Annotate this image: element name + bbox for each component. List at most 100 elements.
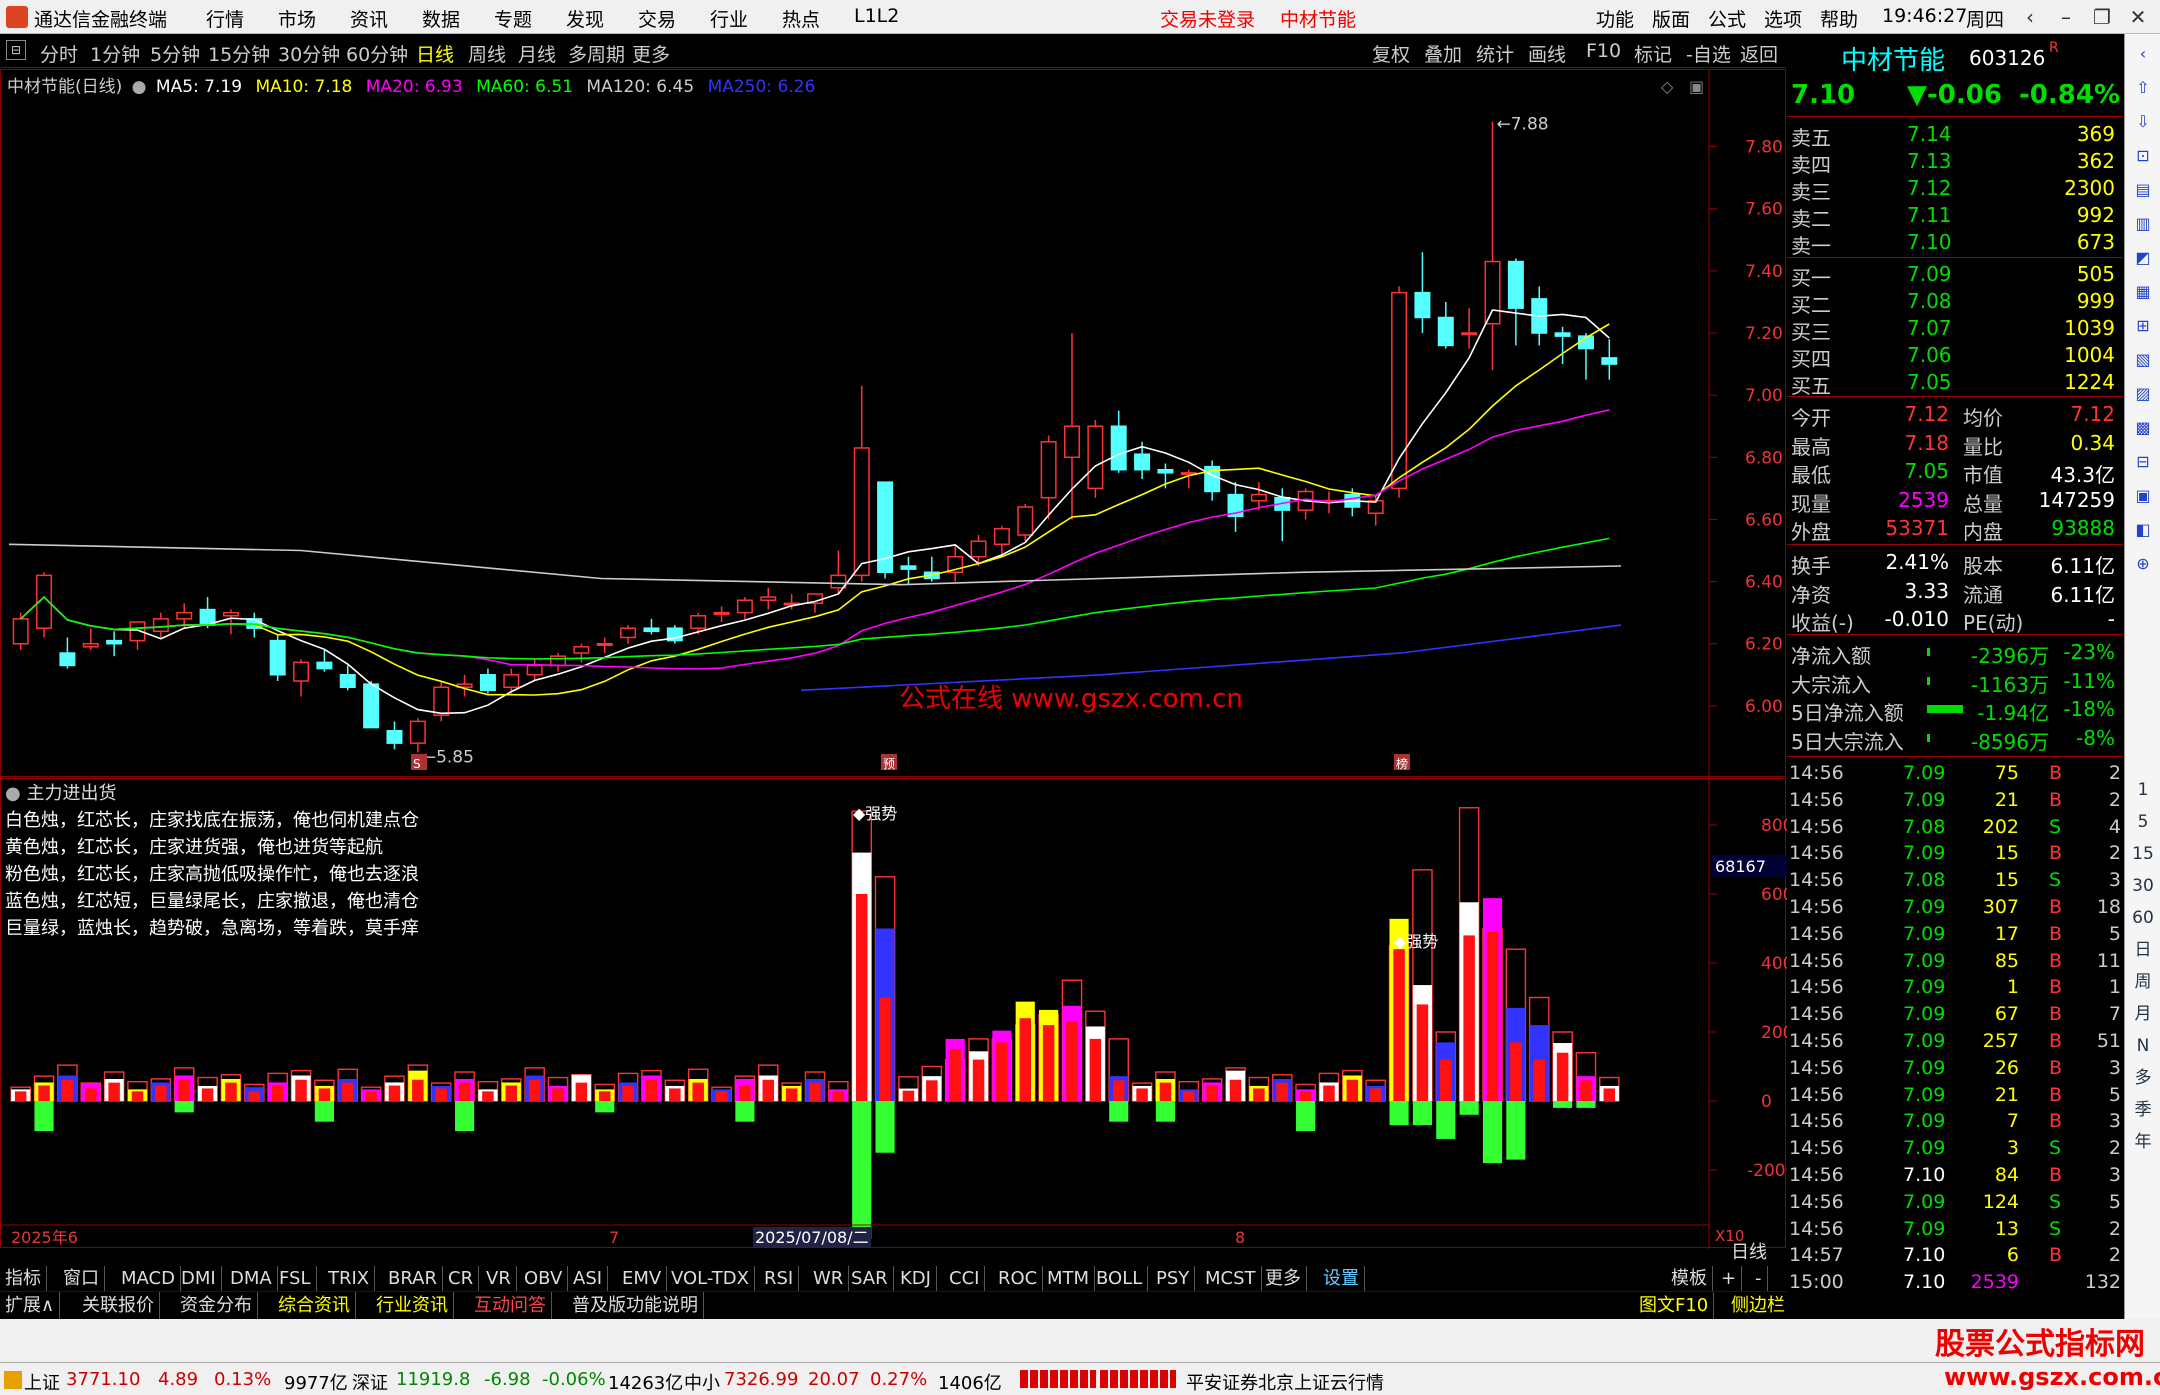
- indicator-tab-2[interactable]: MACD: [116, 1266, 181, 1291]
- settings-dot-icon[interactable]: ●: [132, 77, 147, 97]
- indicator-tab-20[interactable]: MTM: [1042, 1266, 1096, 1291]
- menu-redian[interactable]: 热点: [782, 5, 820, 32]
- sidebar-period-7[interactable]: 月: [2127, 998, 2159, 1030]
- sidebar-tool-icon[interactable]: ⊡: [2127, 140, 2159, 172]
- sidebar-tool-icon[interactable]: ⊕: [2127, 548, 2159, 580]
- sidebar-tool-icon[interactable]: ▣: [2127, 480, 2159, 512]
- sidebar-tool-icon[interactable]: ‹: [2127, 38, 2159, 70]
- indicator-tab-1[interactable]: 窗口: [58, 1266, 105, 1291]
- indicator-tab-24[interactable]: 更多: [1260, 1266, 1307, 1291]
- indicator-tab-22[interactable]: PSY: [1151, 1266, 1196, 1291]
- period-fenshi[interactable]: 分时: [40, 40, 78, 67]
- sidebar-period-2[interactable]: 15: [2127, 838, 2159, 870]
- back-arrow-icon[interactable]: ‹: [2012, 2, 2048, 32]
- collapse-icon[interactable]: ⊟: [6, 40, 26, 60]
- indicator-tab-14[interactable]: RSI: [759, 1266, 800, 1291]
- sidebar-period-5[interactable]: 日: [2127, 934, 2159, 966]
- template-btn-2[interactable]: -: [1750, 1266, 1768, 1291]
- indicator-tab-11[interactable]: ASI: [568, 1266, 609, 1291]
- period-1min[interactable]: 1分钟: [90, 40, 140, 67]
- indicator-tab-0[interactable]: 指标: [0, 1266, 47, 1291]
- ext-tab-2[interactable]: 资金分布: [175, 1292, 258, 1320]
- btn-tongji[interactable]: 统计: [1476, 40, 1514, 67]
- indicator-tab-9[interactable]: VR: [481, 1266, 517, 1291]
- login-status[interactable]: 交易未登录: [1160, 5, 1255, 32]
- indicator-tab-10[interactable]: OBV: [519, 1266, 569, 1291]
- broker-label[interactable]: 平安证券北京上证云行情: [1186, 1369, 1384, 1395]
- sidebar-tool-icon[interactable]: ▧: [2127, 344, 2159, 376]
- btn-diejia[interactable]: 叠加: [1424, 40, 1462, 67]
- menu-banmian[interactable]: 版面: [1652, 5, 1690, 32]
- sidebar-period-1[interactable]: 5: [2127, 806, 2159, 838]
- ext-tab-5[interactable]: 互动问答: [469, 1292, 552, 1320]
- sidebar-tool-icon[interactable]: ▩: [2127, 412, 2159, 444]
- sh-label[interactable]: 上证: [24, 1369, 60, 1395]
- candlestick-chart[interactable]: 7.80 7.60 7.40 7.20 7.00 6.80 6.60 6.40 6.20 6.00…: [1, 70, 1787, 778]
- template-btn-0[interactable]: 模板: [1666, 1266, 1713, 1291]
- menu-jiaoyi[interactable]: 交易: [638, 5, 676, 32]
- menu-bangzhu[interactable]: 帮助: [1820, 5, 1858, 32]
- period-60min[interactable]: 60分钟: [346, 40, 408, 67]
- period-15min[interactable]: 15分钟: [208, 40, 270, 67]
- indicator-menu-icon[interactable]: ●: [5, 783, 21, 804]
- sidebar-tool-icon[interactable]: ◧: [2127, 514, 2159, 546]
- indicator-tab-23[interactable]: MCST: [1200, 1266, 1262, 1291]
- sidebar-tool-icon[interactable]: ▤: [2127, 174, 2159, 206]
- menu-zixun[interactable]: 资讯: [350, 5, 388, 32]
- ext-tab-3[interactable]: 综合资讯: [273, 1292, 356, 1320]
- menu-shuju[interactable]: 数据: [422, 5, 460, 32]
- btn-zixuan[interactable]: -自选: [1686, 40, 1731, 67]
- menu-xuanxiang[interactable]: 选项: [1764, 5, 1802, 32]
- ext-tab-1[interactable]: 关联报价: [77, 1292, 160, 1320]
- indicator-tab-18[interactable]: CCI: [944, 1266, 986, 1291]
- sidebar-tool-icon[interactable]: ◩: [2127, 242, 2159, 274]
- sidebar-period-0[interactable]: 1: [2127, 774, 2159, 806]
- sidebar-period-8[interactable]: N: [2127, 1030, 2159, 1062]
- btn-fuquan[interactable]: 复权: [1372, 40, 1410, 67]
- sz-label[interactable]: 深证: [352, 1369, 388, 1395]
- sidebar-tool-icon[interactable]: ▦: [2127, 276, 2159, 308]
- menu-shichang[interactable]: 市场: [278, 5, 316, 32]
- indicator-tab-7[interactable]: BRAR: [383, 1266, 443, 1291]
- minimize-icon[interactable]: –: [2048, 2, 2084, 32]
- indicator-tab-16[interactable]: SAR: [846, 1266, 894, 1291]
- period-multi[interactable]: 多周期: [568, 40, 625, 67]
- period-monthly[interactable]: 月线: [518, 40, 556, 67]
- period-30min[interactable]: 30分钟: [278, 40, 340, 67]
- indicator-tab-6[interactable]: TRIX: [323, 1266, 376, 1291]
- ext-tab-0[interactable]: 扩展∧: [0, 1292, 61, 1320]
- template-btn-1[interactable]: +: [1716, 1266, 1743, 1291]
- indicator-tab-21[interactable]: BOLL: [1091, 1266, 1149, 1291]
- indicator-tab-5[interactable]: FSL: [274, 1266, 317, 1291]
- sidebar-period-11[interactable]: 年: [2127, 1126, 2159, 1158]
- indicator-tab-4[interactable]: DMA: [225, 1266, 278, 1291]
- sidebar-period-3[interactable]: 30: [2127, 870, 2159, 902]
- btn-f10[interactable]: F10: [1586, 40, 1621, 62]
- menu-l1l2[interactable]: L1L2: [854, 5, 899, 27]
- indicator-tab-12[interactable]: EMV: [617, 1266, 668, 1291]
- restore-icon[interactable]: ❐: [2084, 2, 2120, 32]
- menu-hangqing[interactable]: 行情: [206, 5, 244, 32]
- menu-gongneng[interactable]: 功能: [1596, 5, 1634, 32]
- sidebar-tool-icon[interactable]: ⊟: [2127, 446, 2159, 478]
- indicator-tab-13[interactable]: VOL-TDX: [666, 1266, 755, 1291]
- btn-huaxian[interactable]: 画线: [1528, 40, 1566, 67]
- menu-faxian[interactable]: 发现: [566, 5, 604, 32]
- period-more[interactable]: 更多: [632, 40, 670, 67]
- sidebar-tool-icon[interactable]: ▥: [2127, 208, 2159, 240]
- sidebar-period-10[interactable]: 季: [2127, 1094, 2159, 1126]
- main-chart-panel[interactable]: 7.80 7.60 7.40 7.20 7.00 6.80 6.60 6.40 6.20 6.00…: [0, 69, 1787, 778]
- indicator-tab-19[interactable]: ROC: [993, 1266, 1044, 1291]
- sidebar-tool-icon[interactable]: ⇩: [2127, 106, 2159, 138]
- sidebar-tool-icon[interactable]: ⊞: [2127, 310, 2159, 342]
- period-weekly[interactable]: 周线: [468, 40, 506, 67]
- btn-biaoji[interactable]: 标记: [1634, 40, 1672, 67]
- period-5min[interactable]: 5分钟: [150, 40, 200, 67]
- indicator-tab-3[interactable]: DMI: [176, 1266, 222, 1291]
- sidebar-period-6[interactable]: 周: [2127, 966, 2159, 998]
- close-icon[interactable]: ✕: [2120, 2, 2156, 32]
- indicator-tab-15[interactable]: WR: [808, 1266, 850, 1291]
- indicator-tab-8[interactable]: CR: [443, 1266, 480, 1291]
- sidebar-tool-icon[interactable]: ⇧: [2127, 72, 2159, 104]
- zx-label[interactable]: 中小: [684, 1369, 720, 1395]
